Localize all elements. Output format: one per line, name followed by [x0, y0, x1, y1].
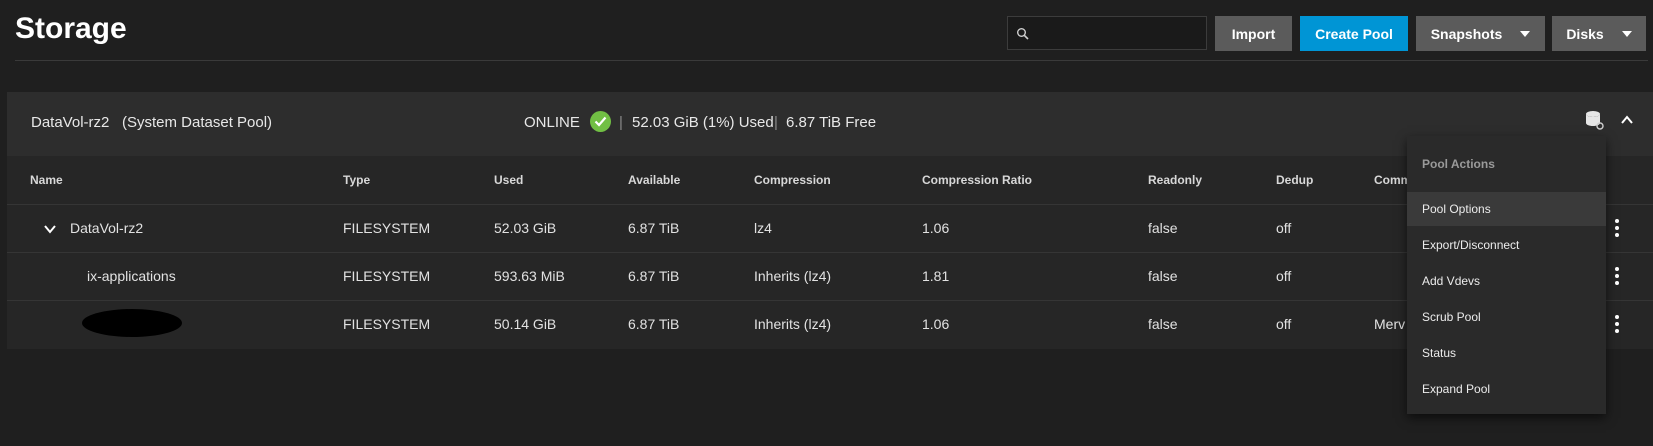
- pool-separator: |: [774, 114, 778, 131]
- dataset-compression-ratio: 1.06: [922, 316, 950, 332]
- column-header-comments[interactable]: Comm: [1374, 173, 1411, 187]
- more-vert-icon[interactable]: [1615, 315, 1619, 333]
- dataset-available: 6.87 TiB: [628, 316, 680, 332]
- import-button[interactable]: Import: [1215, 16, 1292, 51]
- pool-status: ONLINE: [524, 114, 580, 131]
- column-header-name[interactable]: Name: [30, 173, 63, 187]
- dataset-compression: Inherits (lz4): [754, 316, 832, 332]
- disks-button-label: Disks: [1566, 25, 1604, 42]
- dataset-dedup: off: [1276, 220, 1292, 236]
- search-icon: [1017, 28, 1029, 40]
- dataset-name: ix-applications: [87, 268, 176, 284]
- chevron-up-icon[interactable]: [1619, 112, 1635, 128]
- more-vert-icon[interactable]: [1615, 219, 1619, 237]
- caret-down-icon: [1520, 30, 1531, 37]
- column-header-dedup[interactable]: Dedup: [1276, 173, 1313, 187]
- chevron-down-icon[interactable]: [43, 222, 57, 236]
- dataset-used: 52.03 GiB: [494, 220, 557, 236]
- pool-actions-menu: Pool Actions Pool Options Export/Disconn…: [1407, 136, 1606, 414]
- pool-free: 6.87 TiB Free: [786, 114, 877, 131]
- disks-button[interactable]: Disks: [1552, 16, 1646, 51]
- snapshots-button[interactable]: Snapshots: [1416, 16, 1545, 51]
- column-header-used[interactable]: Used: [494, 173, 523, 187]
- header-divider: [15, 60, 1648, 61]
- pool-name: DataVol-rz2: [31, 114, 110, 131]
- dataset-dedup: off: [1276, 268, 1292, 284]
- page-title: Storage: [15, 12, 127, 45]
- dataset-used: 593.63 MiB: [494, 268, 565, 284]
- column-header-type[interactable]: Type: [343, 173, 370, 187]
- dataset-name: DataVol-rz2: [70, 220, 144, 236]
- menu-item-expand-pool[interactable]: Expand Pool: [1407, 372, 1606, 406]
- column-header-compression[interactable]: Compression: [754, 173, 831, 187]
- dataset-dedup: off: [1276, 316, 1292, 332]
- dataset-readonly: false: [1148, 316, 1178, 332]
- menu-item-export-disconnect[interactable]: Export/Disconnect: [1407, 228, 1606, 262]
- column-header-available[interactable]: Available: [628, 173, 680, 187]
- database-icon[interactable]: [1584, 110, 1604, 130]
- menu-item-status[interactable]: Status: [1407, 336, 1606, 370]
- pool-separator: |: [619, 114, 623, 131]
- create-pool-button-label: Create Pool: [1315, 25, 1393, 42]
- column-header-readonly[interactable]: Readonly: [1148, 173, 1202, 187]
- dataset-type: FILESYSTEM: [343, 220, 431, 236]
- dataset-type: FILESYSTEM: [343, 316, 431, 332]
- check-circle-icon: [590, 111, 611, 132]
- menu-item-add-vdevs[interactable]: Add Vdevs: [1407, 264, 1606, 298]
- menu-item-pool-options[interactable]: Pool Options: [1407, 192, 1606, 226]
- create-pool-button[interactable]: Create Pool: [1300, 16, 1408, 51]
- dataset-compression-ratio: 1.81: [922, 268, 950, 284]
- pool-subtitle: (System Dataset Pool): [122, 114, 273, 131]
- more-vert-icon[interactable]: [1615, 267, 1619, 285]
- dataset-available: 6.87 TiB: [628, 220, 680, 236]
- search-input[interactable]: [1007, 16, 1207, 50]
- menu-item-scrub-pool[interactable]: Scrub Pool: [1407, 300, 1606, 334]
- dataset-available: 6.87 TiB: [628, 268, 680, 284]
- dataset-used: 50.14 GiB: [494, 316, 557, 332]
- pool-used: 52.03 GiB (1%) Used: [632, 114, 774, 131]
- snapshots-button-label: Snapshots: [1430, 25, 1503, 42]
- pool-actions-menu-title: Pool Actions: [1422, 157, 1495, 171]
- dataset-readonly: false: [1148, 268, 1178, 284]
- dataset-comments: Merv: [1374, 316, 1406, 332]
- redacted-dataset-name: [82, 309, 182, 337]
- dataset-compression: Inherits (lz4): [754, 268, 832, 284]
- caret-down-icon: [1621, 30, 1632, 37]
- dataset-readonly: false: [1148, 220, 1178, 236]
- import-button-label: Import: [1231, 25, 1276, 42]
- dataset-compression: lz4: [754, 220, 772, 236]
- dataset-type: FILESYSTEM: [343, 268, 431, 284]
- column-header-compression-ratio[interactable]: Compression Ratio: [922, 173, 1032, 187]
- dataset-compression-ratio: 1.06: [922, 220, 950, 236]
